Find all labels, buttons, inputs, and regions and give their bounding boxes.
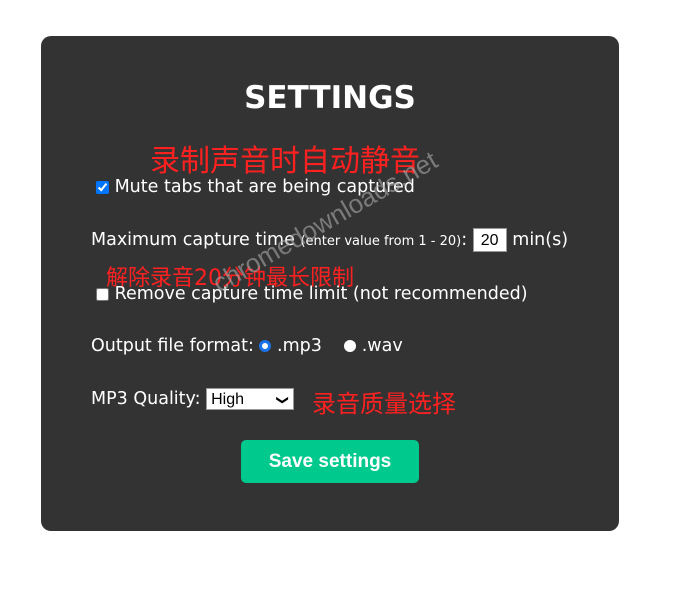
- radio-mp3[interactable]: [259, 340, 272, 352]
- quality-select[interactable]: High ❯: [206, 388, 295, 410]
- format-row: Output file format: .mp3 .wav: [91, 336, 403, 356]
- annotation-quality: 录音质量选择: [312, 390, 456, 418]
- chevron-down-icon: ❯: [276, 394, 291, 406]
- remove-limit-row: Remove capture time limit (not recommend…: [96, 284, 528, 304]
- remove-limit-label: Remove capture time limit (not recommend…: [114, 284, 528, 304]
- mute-checkbox[interactable]: [96, 180, 109, 194]
- quality-value: High: [211, 391, 244, 408]
- quality-label: MP3 Quality:: [91, 389, 201, 409]
- quality-row: MP3 Quality: High ❯: [91, 388, 295, 410]
- page-title: SETTINGS: [244, 80, 416, 116]
- max-time-input[interactable]: 20: [472, 228, 507, 252]
- format-label: Output file format:: [91, 336, 254, 356]
- radio-mp3-label: .mp3: [277, 336, 322, 356]
- save-button[interactable]: Save settings: [241, 440, 419, 483]
- max-time-unit: min(s): [512, 230, 569, 250]
- radio-wav[interactable]: [344, 340, 357, 352]
- radio-wav-label: .wav: [361, 336, 403, 356]
- colon: :: [461, 230, 468, 250]
- settings-panel: SETTINGS 录制声音时自动静音 Mute tabs that are be…: [41, 36, 619, 531]
- remove-limit-checkbox[interactable]: [96, 287, 109, 301]
